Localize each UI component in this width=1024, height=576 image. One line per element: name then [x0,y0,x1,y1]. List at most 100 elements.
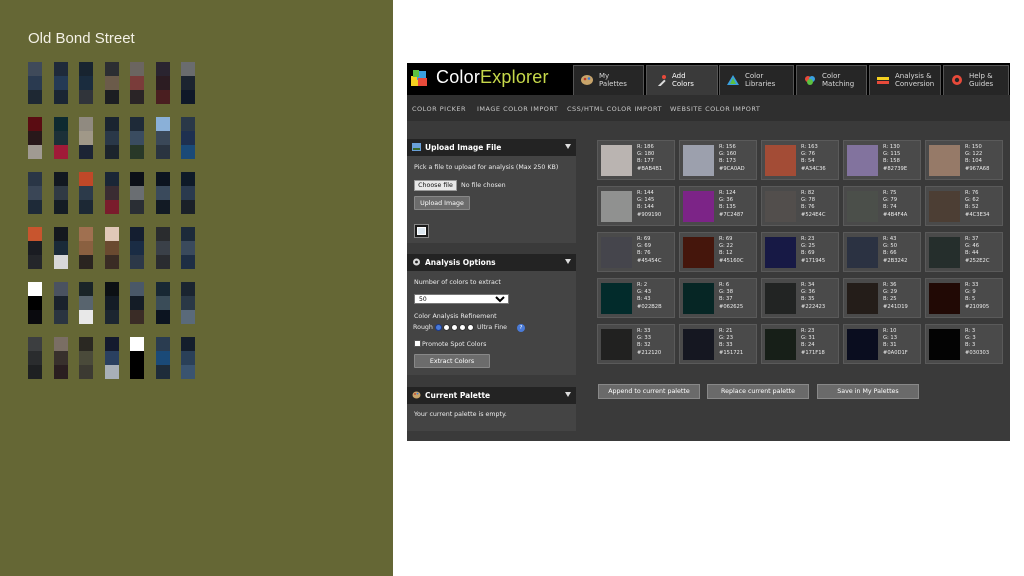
color-chip[interactable] [683,237,714,268]
color-card[interactable]: R: 37 G: 46 B: 44 #252E2C [925,232,1003,272]
subnav-website-color-import[interactable]: WEBSITE COLOR IMPORT [670,105,760,113]
tab-colors[interactable]: Add Colors [646,65,718,95]
color-card[interactable]: R: 163 G: 76 B: 54 #A34C36 [761,140,839,180]
color-card[interactable]: R: 10 G: 13 B: 31 #0A0D1F [843,324,921,364]
swatch-cell [155,365,170,379]
ultra-fine-label: Ultra Fine [477,324,508,331]
blue-value: B: 43 [637,296,651,302]
extract-colors-button[interactable]: Extract Colors [414,354,490,368]
color-chip[interactable] [683,283,714,314]
subnav-color-picker[interactable]: COLOR PICKER [412,105,466,113]
color-card[interactable]: R: 124 G: 36 B: 135 #7C2487 [679,186,757,226]
refinement-radio-3[interactable] [451,324,458,331]
tab-libraries[interactable]: Color Libraries [719,65,794,95]
tab-conversion[interactable]: Analysis & Conversion [869,65,941,95]
tab-palettes[interactable]: My Palettes [573,65,644,95]
color-chip[interactable] [683,191,714,222]
color-chip[interactable] [929,191,960,222]
color-chip[interactable] [683,145,714,176]
color-card[interactable]: R: 43 G: 50 B: 66 #2B3242 [843,232,921,272]
color-chip[interactable] [847,145,878,176]
swatch-cell [79,310,93,324]
color-chip[interactable] [601,329,632,360]
color-card[interactable]: R: 33 G: 9 B: 5 #210905 [925,278,1003,318]
color-card[interactable]: R: 150 G: 122 B: 104 #967A68 [925,140,1003,180]
color-card[interactable]: R: 156 G: 160 B: 173 #9CA0AD [679,140,757,180]
swatch-column [130,337,144,379]
swatch-cell [28,131,42,145]
color-chip[interactable] [765,145,796,176]
tab-matching[interactable]: Color Matching [796,65,867,95]
color-card[interactable]: R: 3 G: 3 B: 3 #030303 [925,324,1003,364]
refinement-radio-4[interactable] [459,324,466,331]
color-card[interactable]: R: 130 G: 115 B: 158 #82739E [843,140,921,180]
swatch-cell [155,255,170,269]
refinement-radio-1[interactable] [435,324,442,331]
current-palette-header[interactable]: Current Palette [407,387,576,404]
color-chip[interactable] [765,329,796,360]
color-chip[interactable] [929,329,960,360]
color-card[interactable]: R: 69 G: 69 B: 76 #45454C [597,232,675,272]
color-chip[interactable] [601,191,632,222]
refinement-radio-2[interactable] [443,324,450,331]
swatch-cell [155,186,170,200]
color-card[interactable]: R: 69 G: 22 B: 12 #45160C [679,232,757,272]
swatch-cell [104,241,119,255]
help-icon[interactable]: ? [517,324,525,332]
save-my-palettes-button[interactable]: Save in My Palettes [817,384,919,399]
choose-file-button[interactable]: Choose file [414,180,457,191]
swatch-cell [53,200,68,214]
swatch-cell [28,186,42,200]
color-chip[interactable] [929,237,960,268]
green-value: G: 115 [883,151,901,157]
color-chip[interactable] [847,191,878,222]
color-chip[interactable] [765,283,796,314]
color-card[interactable]: R: 23 G: 25 B: 69 #171945 [761,232,839,272]
hex-value: #151721 [719,350,744,356]
swatch-cell [130,255,144,269]
upload-image-button[interactable]: Upload Image [414,196,470,210]
swatch-cell [130,200,144,214]
append-palette-button[interactable]: Append to current palette [598,384,700,399]
color-chip[interactable] [601,145,632,176]
color-chip[interactable] [847,237,878,268]
refinement-radio-5[interactable] [467,324,474,331]
swatch-column [181,117,195,159]
color-chip[interactable] [929,283,960,314]
upload-panel-header[interactable]: Upload Image File [407,139,576,156]
swatch-column [79,172,93,214]
swatch-cell [104,76,119,90]
color-card[interactable]: R: 75 G: 79 B: 74 #4B4F4A [843,186,921,226]
analysis-panel-header[interactable]: Analysis Options [407,254,576,271]
color-chip[interactable] [847,283,878,314]
color-chip[interactable] [765,237,796,268]
color-card[interactable]: R: 33 G: 33 B: 32 #212120 [597,324,675,364]
color-card[interactable]: R: 34 G: 36 B: 35 #222423 [761,278,839,318]
color-card[interactable]: R: 2 G: 43 B: 43 #022B2B [597,278,675,318]
collapse-arrow-icon[interactable] [565,144,571,149]
subnav-image-color-import[interactable]: IMAGE COLOR IMPORT [477,105,558,113]
subnav-css-html-color-import[interactable]: CSS/HTML COLOR IMPORT [567,105,662,113]
color-chip[interactable] [601,283,632,314]
green-value: G: 13 [883,335,898,341]
collapse-arrow-icon[interactable] [565,392,571,397]
replace-palette-button[interactable]: Replace current palette [707,384,809,399]
color-card[interactable]: R: 23 G: 31 B: 24 #171F18 [761,324,839,364]
color-chip[interactable] [847,329,878,360]
color-chip[interactable] [683,329,714,360]
color-card[interactable]: R: 76 G: 62 B: 52 #4C3E34 [925,186,1003,226]
color-card[interactable]: R: 186 G: 180 B: 177 #BAB4B1 [597,140,675,180]
color-chip[interactable] [601,237,632,268]
collapse-arrow-icon[interactable] [565,259,571,264]
swatch-cell [28,227,42,241]
color-card[interactable]: R: 6 G: 38 B: 37 #062625 [679,278,757,318]
color-card[interactable]: R: 36 G: 29 B: 25 #241D19 [843,278,921,318]
color-chip[interactable] [765,191,796,222]
color-card[interactable]: R: 144 G: 145 B: 144 #909190 [597,186,675,226]
num-colors-select[interactable]: 50 [414,294,509,304]
color-card[interactable]: R: 21 G: 23 B: 33 #151721 [679,324,757,364]
color-chip[interactable] [929,145,960,176]
promote-spot-colors-checkbox[interactable] [414,340,421,347]
color-card[interactable]: R: 82 G: 78 B: 76 #524E4C [761,186,839,226]
tab-guides[interactable]: Help & Guides [943,65,1009,95]
